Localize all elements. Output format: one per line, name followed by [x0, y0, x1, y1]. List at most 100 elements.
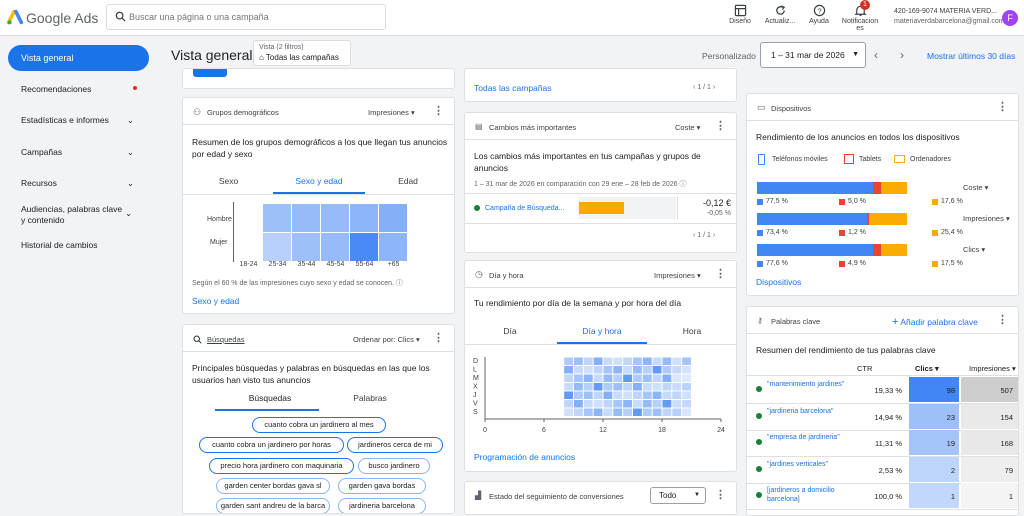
- search-box[interactable]: [106, 4, 386, 30]
- sidebar-item-change-history[interactable]: Historial de cambios: [21, 240, 146, 250]
- device-metric-dropdown[interactable]: Coste ▾: [963, 183, 988, 192]
- tab-sex-age[interactable]: Sexo y edad: [273, 176, 365, 186]
- card-title[interactable]: Búsquedas: [207, 335, 245, 344]
- tab-day[interactable]: Día: [490, 326, 530, 336]
- heatmap-cell: [564, 391, 573, 399]
- tab-words[interactable]: Palabras: [335, 393, 405, 403]
- order-dropdown[interactable]: Ordenar por: Clics ▾: [353, 335, 420, 344]
- all-campaigns-link[interactable]: Todas las campañas: [474, 83, 552, 93]
- pager-next-icon[interactable]: ›: [713, 232, 715, 239]
- more-options-icon[interactable]: ⋮: [433, 104, 444, 117]
- more-options-icon[interactable]: ⋮: [715, 119, 726, 132]
- tab-age[interactable]: Edad: [378, 176, 438, 186]
- search-chip[interactable]: garden center bordas gava sl: [216, 478, 330, 494]
- sidebar-item-insights[interactable]: Estadísticas e informes ⌄: [21, 115, 146, 125]
- pager-prev-icon[interactable]: ‹: [693, 232, 695, 239]
- tab-searches[interactable]: Búsquedas: [235, 393, 305, 403]
- metric-dropdown[interactable]: Impresiones ▾: [368, 108, 415, 117]
- more-options-icon[interactable]: ⋮: [433, 331, 444, 344]
- more-options-icon[interactable]: ⋮: [997, 100, 1008, 113]
- keyword-link[interactable]: "mantenimiento jardines": [767, 380, 849, 389]
- google-ads-logo-icon[interactable]: [6, 8, 24, 26]
- more-options-icon[interactable]: ⋮: [997, 313, 1008, 326]
- row-label-male: Hombre: [207, 216, 232, 223]
- card-title: Palabras clave: [771, 317, 821, 326]
- heatmap-cell: [564, 400, 573, 408]
- search-chip[interactable]: busco jardinero: [358, 458, 430, 474]
- card-title: Día y hora: [489, 271, 524, 280]
- keyword-link[interactable]: "jardineria barcelona": [767, 407, 849, 416]
- sidebar-item-assets[interactable]: Recursos ⌄: [21, 178, 146, 188]
- design-button[interactable]: Diseño: [720, 3, 760, 35]
- pager: ‹ 1 / 1 ›: [693, 84, 715, 91]
- pager-prev-icon[interactable]: ‹: [693, 84, 695, 91]
- order-label: Ordenar por:: [353, 335, 396, 344]
- day-label: V: [473, 401, 478, 408]
- metric-value: Impresiones: [963, 214, 1004, 223]
- help-icon[interactable]: ⓘ: [396, 280, 403, 287]
- refresh-label: Actualiz...: [764, 18, 796, 25]
- more-options-icon[interactable]: ⋮: [715, 267, 726, 280]
- search-chip[interactable]: jardineros cerca de mi: [347, 437, 443, 453]
- keyword-link[interactable]: "jardines verticales": [767, 460, 849, 469]
- tab-hour[interactable]: Hora: [672, 326, 712, 336]
- tab-sex[interactable]: Sexo: [201, 176, 256, 186]
- legend-square: [839, 199, 845, 205]
- sidebar-item-campaigns[interactable]: Campañas ⌄: [21, 147, 146, 157]
- device-metric-dropdown[interactable]: Impresiones ▾: [963, 214, 1010, 223]
- search-chip[interactable]: cuanto cobra un jardinero por horas: [199, 437, 344, 453]
- search-chip[interactable]: garden sant andreu de la barca: [216, 498, 330, 513]
- metric-dropdown[interactable]: Impresiones ▾: [654, 271, 701, 280]
- column-header-impressions[interactable]: Impresiones ▾: [969, 364, 1018, 373]
- refresh-button[interactable]: Actualiz...: [760, 3, 800, 35]
- phone-icon: [758, 154, 765, 165]
- day-label: S: [473, 409, 478, 416]
- metric-value: Impresiones: [654, 271, 695, 280]
- metric-value: Impresiones: [368, 108, 409, 117]
- device-bar-segment: [880, 244, 907, 256]
- tab-day-hour[interactable]: Día y hora: [557, 326, 647, 336]
- keyword-link[interactable]: [jardineros a domicilio barcelona]: [767, 486, 849, 504]
- pager-next-icon[interactable]: ›: [713, 84, 715, 91]
- account-email[interactable]: materiaverdabarcelona@gmail.com: [894, 18, 1005, 25]
- search-chip[interactable]: jardineria barcelona: [338, 498, 426, 513]
- help-button[interactable]: ? Ayuda: [799, 3, 839, 35]
- ad-schedule-link[interactable]: Programación de anuncios: [474, 452, 575, 462]
- devices-link[interactable]: Dispositivos: [756, 277, 801, 287]
- search-chip[interactable]: garden gava bordas: [338, 478, 426, 494]
- next-period-button[interactable]: ›: [900, 48, 904, 62]
- heatmap-cell: [350, 204, 378, 232]
- heatmap-cell: [321, 204, 349, 232]
- impressions-cell: 154: [1000, 412, 1013, 422]
- status-dot: [756, 465, 762, 472]
- more-options-icon[interactable]: ⋮: [715, 488, 726, 501]
- keyword-link[interactable]: "empresa de jardineria": [767, 433, 849, 442]
- heatmap-cell: [593, 408, 603, 416]
- search-input[interactable]: [129, 9, 379, 25]
- view-filter[interactable]: Vista (2 filtros) ⌂ Todas las campañas: [253, 40, 351, 66]
- show-last-30-days-link[interactable]: Mostrar últimos 30 días: [927, 51, 1015, 61]
- conversion-filter-dropdown[interactable]: Todo ▼: [650, 487, 706, 504]
- search-chip[interactable]: cuanto cobra un jardinero al mes: [252, 417, 386, 433]
- heatmap-cell: [574, 400, 583, 408]
- heatmap-cell: [583, 366, 593, 374]
- status-dot: [756, 412, 762, 419]
- help-icon[interactable]: ⓘ: [680, 181, 687, 188]
- sidebar-item-audiences[interactable]: Audiencias, palabras clave y contenido: [21, 204, 126, 226]
- heatmap-cell: [662, 374, 672, 382]
- avatar[interactable]: F: [1002, 10, 1018, 26]
- sidebar-item-recommendations[interactable]: Recomendaciones: [21, 84, 146, 94]
- column-header-ctr[interactable]: CTR: [857, 364, 879, 373]
- search-chip[interactable]: precio hora jardinero con maquinaria: [209, 458, 354, 474]
- sex-age-link[interactable]: Sexo y edad: [192, 296, 239, 306]
- date-range-picker[interactable]: 1 – 31 mar de 2026 ▼: [760, 42, 866, 68]
- column-header-clicks[interactable]: Clics ▾: [915, 364, 955, 373]
- add-keyword-button[interactable]: + Añadir palabra clave: [892, 316, 978, 328]
- account-id[interactable]: 420-169-9074 MATERIA VERD...: [894, 8, 997, 15]
- partial-button[interactable]: [193, 69, 227, 77]
- device-metric-dropdown[interactable]: Clics ▾: [963, 245, 985, 254]
- metric-dropdown[interactable]: Coste ▾: [675, 123, 700, 132]
- previous-period-button[interactable]: ‹: [874, 48, 878, 62]
- campaign-link[interactable]: Campaña de Búsqueda...: [485, 204, 564, 213]
- sidebar-item-overview[interactable]: Vista general: [8, 45, 149, 71]
